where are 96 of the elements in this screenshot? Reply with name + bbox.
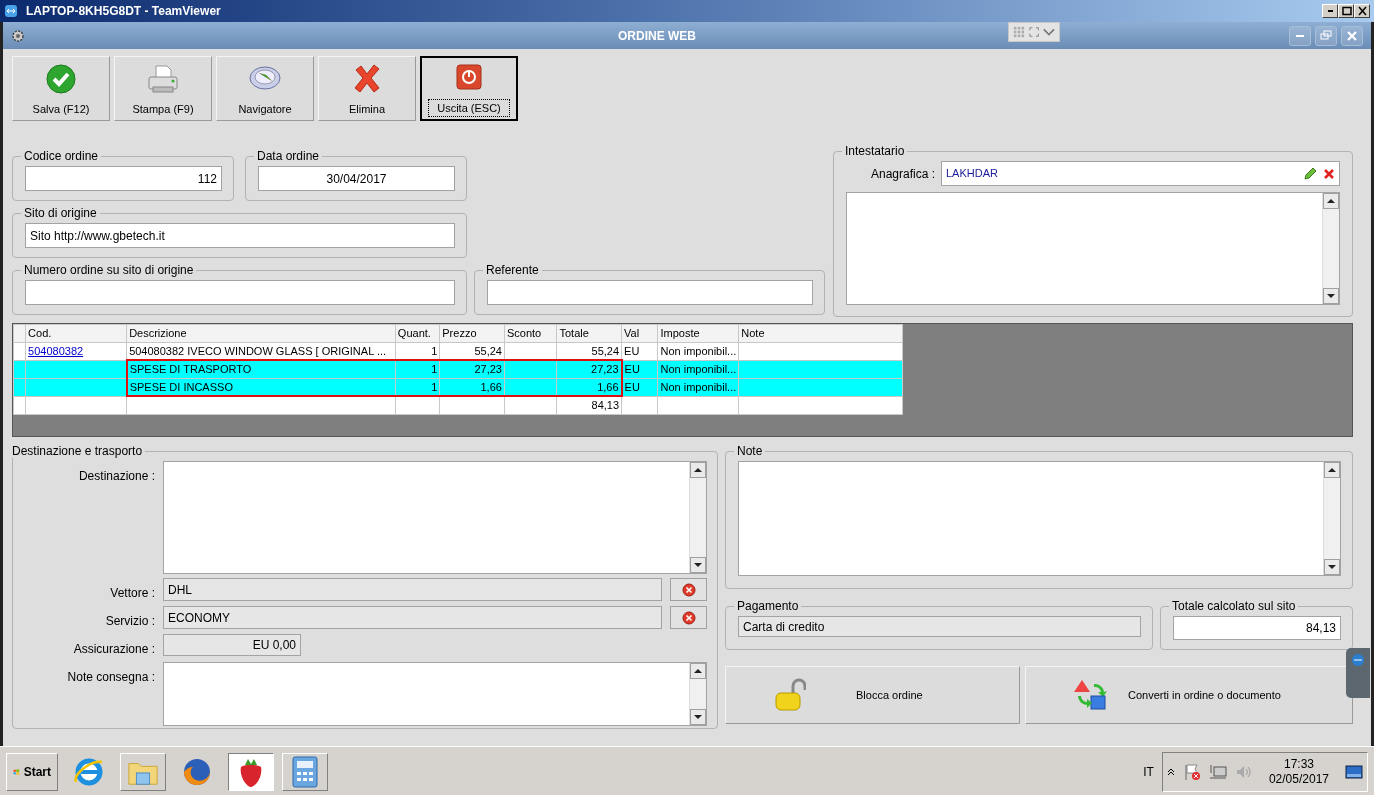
- minimize-icon: [1327, 10, 1333, 12]
- text-area[interactable]: [738, 461, 1341, 576]
- gear-icon: [11, 28, 25, 43]
- close-icon[interactable]: [1323, 167, 1335, 180]
- minimize-icon: [1296, 34, 1304, 37]
- field-label: Assicurazione :: [72, 641, 156, 658]
- clear-button[interactable]: [670, 578, 707, 601]
- field-label: Note consegna :: [66, 669, 156, 686]
- column-header[interactable]: Sconto: [504, 324, 557, 342]
- printer-icon: [146, 63, 180, 95]
- group-label: Pagamento: [736, 599, 800, 613]
- input-field[interactable]: ECONOMY: [163, 606, 662, 629]
- table-row[interactable]: SPESE DI TRASPORTO 1 27,23 27,23 EU Non imponibil...: [13, 360, 903, 378]
- toolbar-button[interactable]: Uscita (ESC): [420, 56, 518, 121]
- field-label: Servizio :: [104, 613, 156, 630]
- group-label: Destinazione e trasporto: [11, 444, 144, 458]
- field-label: Anagrafica :: [869, 165, 936, 183]
- column-header[interactable]: Val: [621, 324, 658, 342]
- chevron-down-icon[interactable]: [1043, 27, 1055, 37]
- network-icon[interactable]: [1208, 763, 1227, 780]
- table-cell: Non imponibil...: [657, 342, 739, 360]
- table-cell: 84,13: [556, 396, 622, 414]
- input-field[interactable]: 112: [25, 166, 222, 191]
- maximize-icon: [1340, 6, 1352, 16]
- group-label: Data ordine: [256, 149, 321, 163]
- field-value: LAKHDAR: [946, 166, 999, 182]
- field-label: Vettore :: [109, 585, 156, 602]
- scrollbar[interactable]: [1322, 193, 1339, 304]
- table-cell: 1: [395, 360, 440, 378]
- table-row[interactable]: SPESE DI INCASSO 1 1,66 1,66 EU Non imponibil...: [13, 378, 903, 396]
- column-header[interactable]: Note: [738, 324, 903, 342]
- group-label: Referente: [485, 263, 540, 277]
- column-header[interactable]: Cod.: [25, 324, 127, 342]
- field-label: Destinazione :: [77, 468, 156, 485]
- text-area[interactable]: [846, 192, 1340, 305]
- show-desktop-icon[interactable]: [1345, 764, 1363, 779]
- text-area[interactable]: [163, 461, 707, 574]
- toolbar-button[interactable]: Stampa (F9): [114, 56, 212, 121]
- input-field[interactable]: 30/04/2017: [258, 166, 455, 191]
- calculator-icon: [291, 755, 319, 788]
- group-label: Sito di origine: [23, 206, 98, 220]
- clear-button[interactable]: [670, 606, 707, 629]
- scrollbar[interactable]: [689, 663, 706, 725]
- input-field[interactable]: LAKHDAR: [941, 161, 1340, 186]
- clock[interactable]: 17:33 02/05/2017: [1260, 756, 1337, 787]
- fullscreen-icon[interactable]: [1028, 26, 1040, 38]
- flag-alert-icon[interactable]: [1182, 762, 1201, 781]
- table-cell: 27,23: [439, 360, 505, 378]
- restore-icon: [1319, 29, 1333, 42]
- start-button[interactable]: Start: [6, 752, 58, 791]
- chevron-up-icon[interactable]: [1166, 767, 1175, 776]
- input-field[interactable]: 84,13: [1173, 616, 1341, 640]
- scrollbar[interactable]: [689, 462, 706, 573]
- toolbar-button[interactable]: Elimina: [318, 56, 416, 121]
- taskbar-button[interactable]: [228, 752, 274, 791]
- input-field[interactable]: Sito http://www.gbetech.it: [25, 223, 455, 248]
- scrollbar[interactable]: [1323, 462, 1340, 575]
- close-icon: [1356, 6, 1368, 16]
- group-label: Numero ordine su sito di origine: [23, 263, 195, 277]
- arrows-cube-icon: [1074, 678, 1110, 712]
- input-field[interactable]: Carta di credito: [738, 616, 1141, 637]
- column-header[interactable]: Prezzo: [439, 324, 505, 342]
- padlock-icon: [774, 678, 806, 712]
- action-button[interactable]: Converti in ordine o documento: [1025, 666, 1353, 724]
- pencil-icon[interactable]: [1303, 166, 1317, 181]
- toolbar-button[interactable]: Navigatore: [216, 56, 314, 121]
- language-indicator[interactable]: IT: [1143, 762, 1154, 781]
- group-label: Intestatario: [844, 144, 906, 158]
- group-label: Totale calcolato sul sito: [1171, 599, 1297, 613]
- close-icon: [1345, 29, 1359, 42]
- table-row[interactable]: 84,13: [13, 396, 903, 414]
- group-label: Codice ordine: [23, 149, 100, 163]
- table-cell: SPESE DI TRASPORTO: [126, 360, 396, 378]
- input-field[interactable]: [25, 280, 455, 305]
- side-panel-tab[interactable]: [1346, 648, 1370, 698]
- grid-icon[interactable]: [1013, 25, 1025, 39]
- column-header[interactable]: Quant.: [395, 324, 440, 342]
- table-cell: EU: [621, 342, 658, 360]
- check-icon: [45, 63, 77, 95]
- table-cell: 27,23: [556, 360, 622, 378]
- toolbar-button[interactable]: Salva (F12): [12, 56, 110, 121]
- clear-icon: [681, 582, 696, 597]
- remote-app-icon: [4, 4, 18, 18]
- window-title: ORDINE WEB: [618, 28, 696, 43]
- input-field[interactable]: DHL: [163, 578, 662, 601]
- window-title: LAPTOP-8KH5G8DT - TeamViewer: [26, 3, 221, 20]
- input-field[interactable]: [487, 280, 813, 305]
- compass-icon: [248, 63, 282, 93]
- input-field[interactable]: EU 0,00: [163, 634, 301, 656]
- action-button[interactable]: Blocca ordine: [725, 666, 1020, 724]
- group-label: Note: [736, 444, 764, 458]
- clear-icon: [681, 610, 696, 625]
- column-header[interactable]: Totale: [556, 324, 622, 342]
- column-header[interactable]: Descrizione: [126, 324, 396, 342]
- power-icon: [456, 64, 482, 90]
- column-header[interactable]: Imposte: [657, 324, 739, 342]
